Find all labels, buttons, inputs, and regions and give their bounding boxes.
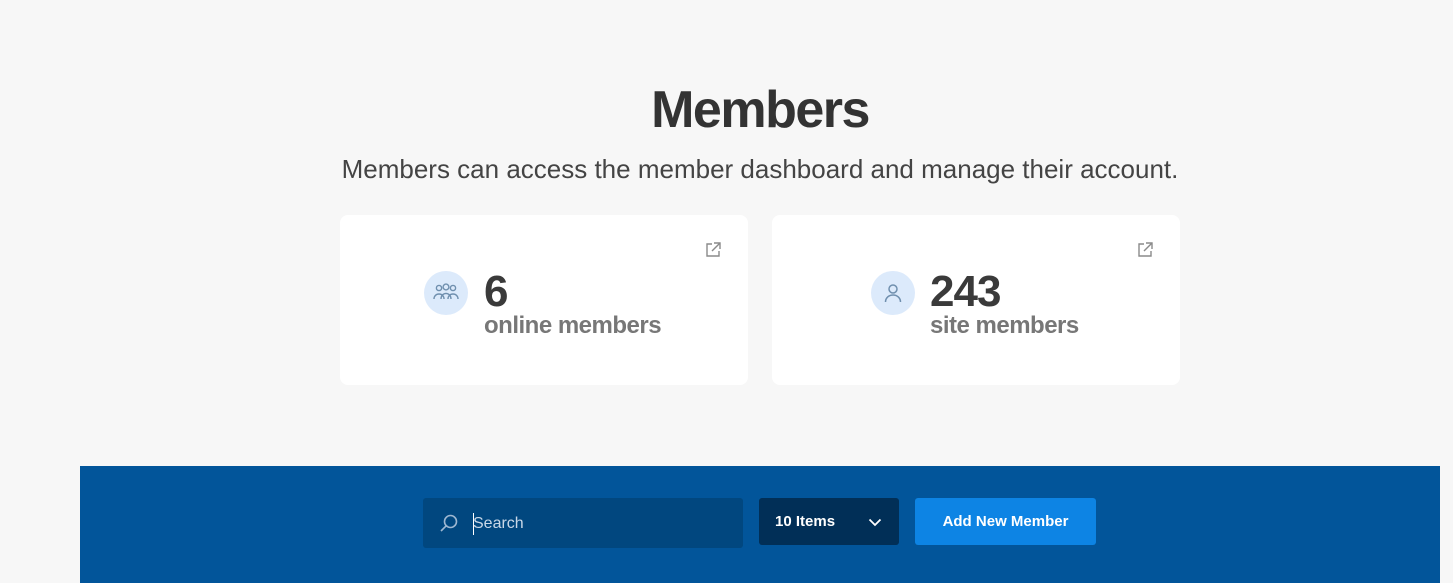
add-new-member-button[interactable]: Add New Member [915, 498, 1096, 545]
search-input[interactable] [473, 510, 723, 538]
site-members-count: 243 [930, 267, 1001, 316]
items-per-page-value: 10 Items [775, 513, 836, 530]
group-icon [424, 271, 468, 315]
members-toolbar: 10 Items Add New Member [80, 466, 1440, 583]
user-icon [871, 271, 915, 315]
page-subtitle: Members can access the member dashboard … [341, 154, 1179, 184]
site-members-card: 243 site members [772, 215, 1180, 385]
external-link-icon[interactable] [1136, 241, 1154, 259]
online-members-card: 6 online members [340, 215, 748, 385]
site-members-label: site members [930, 312, 1079, 339]
chevron-down-icon [867, 514, 883, 530]
search-icon [439, 513, 459, 533]
search-box[interactable] [423, 498, 743, 548]
online-members-count: 6 [484, 267, 509, 316]
online-members-label: online members [484, 312, 662, 339]
items-per-page-select[interactable]: 10 Items [759, 498, 899, 545]
external-link-icon[interactable] [704, 241, 722, 259]
page-title: Members [651, 81, 870, 139]
